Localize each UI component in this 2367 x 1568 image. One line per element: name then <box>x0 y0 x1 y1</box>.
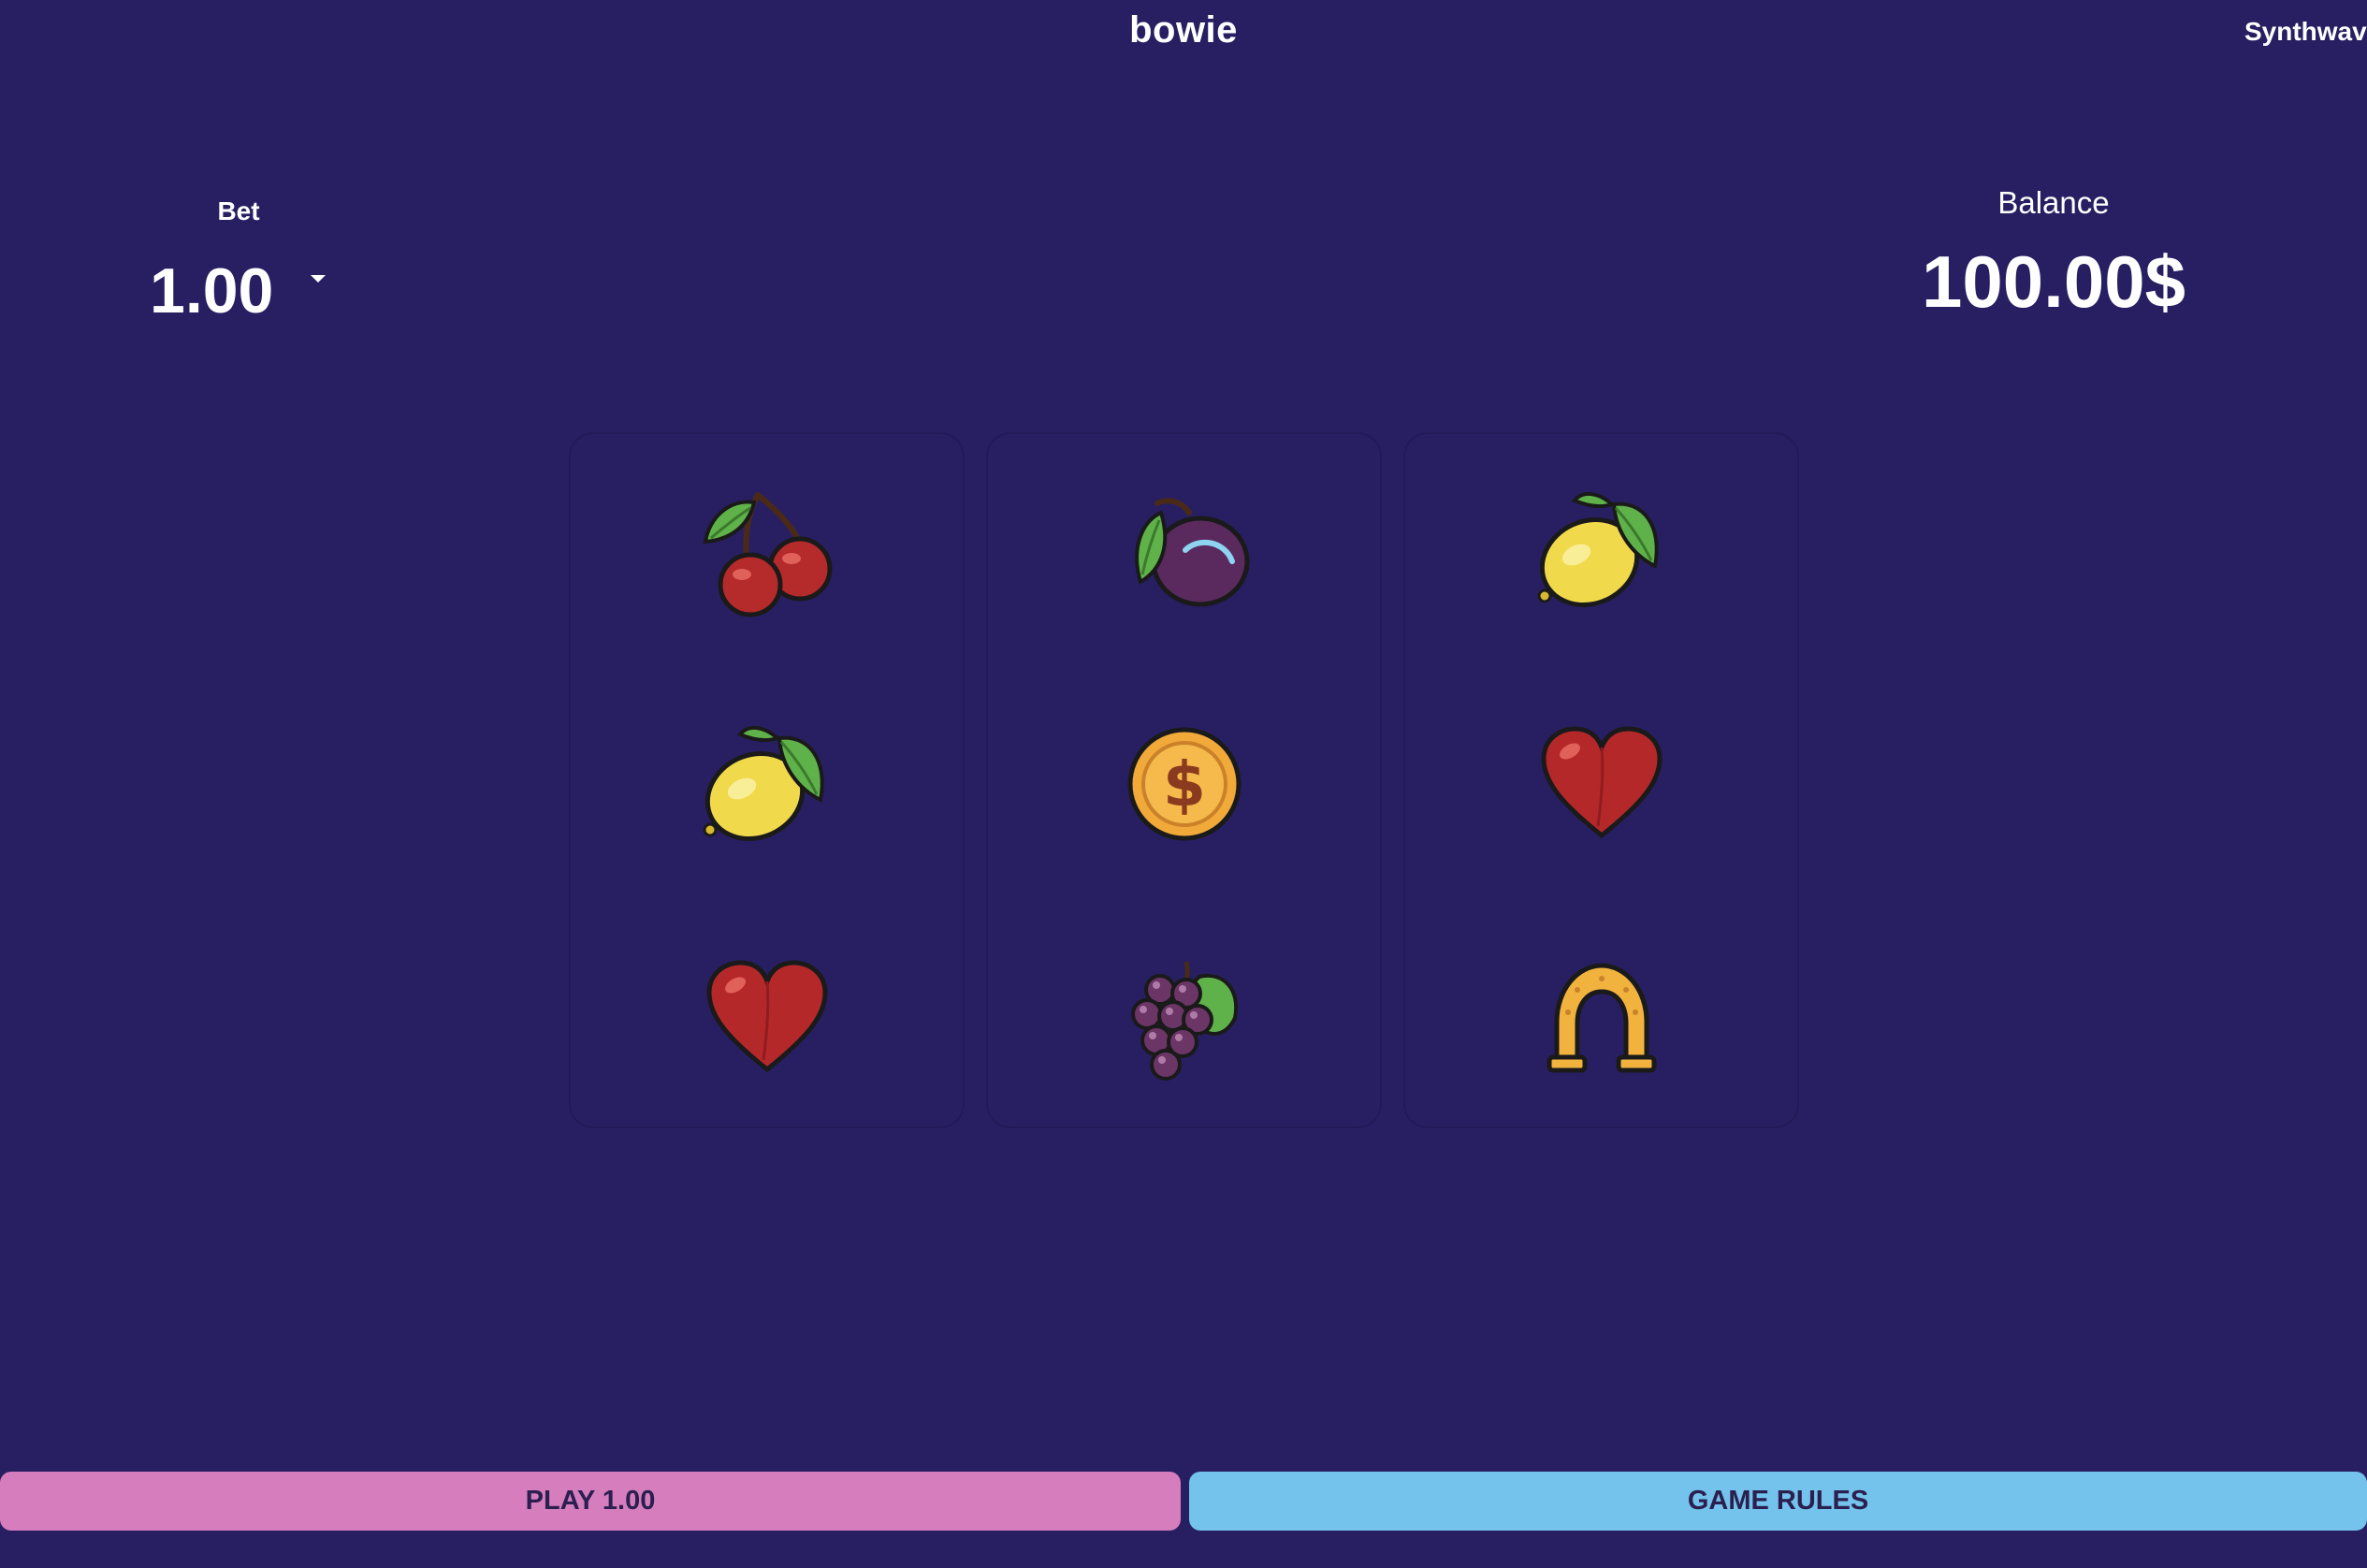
bet-value[interactable]: 1.00 <box>150 254 273 327</box>
reel-2-symbol-1 <box>988 475 1380 625</box>
cherry-icon <box>703 492 832 617</box>
game-rules-button[interactable]: GAME RULES <box>1189 1472 2367 1531</box>
lemon-icon <box>703 726 824 842</box>
coin-icon: $ <box>1127 727 1241 841</box>
app-title: bowie <box>1129 9 1238 51</box>
reel-1-symbol-3 <box>571 943 963 1093</box>
horseshoe-icon <box>1547 963 1656 1073</box>
grapes-icon <box>1130 961 1238 1081</box>
reel-1-symbol-1 <box>571 475 963 625</box>
theme-selector[interactable]: Synthwav <box>2244 17 2367 47</box>
reel-2-symbol-3 <box>988 943 1380 1093</box>
reel-1 <box>569 432 965 1128</box>
reel-2: $ <box>986 432 1382 1128</box>
plum-icon <box>1134 498 1249 607</box>
play-button[interactable]: PLAY 1.00 <box>0 1472 1181 1531</box>
reel-1-symbol-2 <box>571 709 963 859</box>
bet-label: Bet <box>217 196 260 225</box>
reel-2-symbol-2: $ <box>988 709 1380 859</box>
slot-game-screen: bowie Synthwav Bet 1.00 Balance 100.00$ <box>0 0 2367 1568</box>
reel-3 <box>1403 432 1799 1128</box>
reel-3-symbol-2 <box>1405 709 1797 859</box>
lemon-icon <box>1537 492 1659 608</box>
heart-icon <box>1540 726 1663 839</box>
caret-down-icon[interactable] <box>301 266 335 294</box>
reel-3-symbol-3 <box>1405 943 1797 1093</box>
heart-icon <box>705 960 828 1073</box>
balance-label: Balance <box>1997 185 2110 220</box>
balance-value: 100.00$ <box>1922 240 2185 323</box>
svg-text:$: $ <box>1163 748 1206 820</box>
reel-3-symbol-1 <box>1405 475 1797 625</box>
